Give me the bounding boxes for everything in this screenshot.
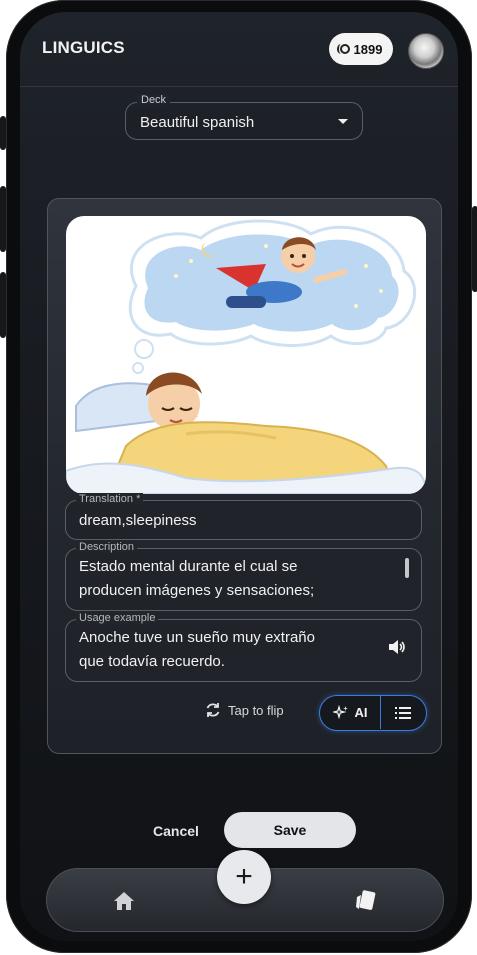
ai-toggle-group: AI xyxy=(319,695,427,731)
dream-illustration xyxy=(66,219,426,494)
coin-balance-badge[interactable]: 1899 xyxy=(329,33,393,65)
app-screen: LINGUICS 1899 Deck Beautiful spanish Tra… xyxy=(20,12,458,941)
description-scrollbar[interactable] xyxy=(405,558,409,578)
phone-frame: LINGUICS 1899 Deck Beautiful spanish Tra… xyxy=(0,0,477,953)
volume-down-button xyxy=(0,272,6,338)
ai-label: AI xyxy=(354,705,368,720)
translation-value: dream,sleepiness xyxy=(79,512,197,529)
app-header: LINGUICS 1899 xyxy=(20,12,458,87)
flip-label: Tap to flip xyxy=(228,702,284,718)
refresh-icon xyxy=(206,703,220,717)
save-button[interactable]: Save xyxy=(224,812,356,848)
cancel-button[interactable]: Cancel xyxy=(153,823,199,839)
add-card-button[interactable]: + xyxy=(217,850,271,904)
cards-icon[interactable] xyxy=(354,889,376,913)
usage-example-label: Usage example xyxy=(76,612,159,624)
speaker-icon[interactable] xyxy=(387,637,407,657)
plus-icon: + xyxy=(235,860,253,893)
chevron-down-icon xyxy=(338,119,348,124)
deck-select[interactable]: Deck Beautiful spanish xyxy=(125,94,363,140)
coin-icon xyxy=(336,44,350,54)
app-logo: LINGUICS xyxy=(42,38,125,57)
sparkles-icon xyxy=(332,704,348,719)
mute-switch xyxy=(0,116,6,150)
description-label: Description xyxy=(76,541,138,553)
avatar[interactable] xyxy=(408,33,444,69)
description-field[interactable]: Description Estado mental durante el cua… xyxy=(65,541,422,611)
usage-example-field[interactable]: Usage example Anoche tuve un sueño muy e… xyxy=(65,612,422,682)
usage-example-value: Anoche tuve un sueño muy extraño que tod… xyxy=(79,629,315,670)
flip-card-button[interactable]: Tap to flip xyxy=(204,701,284,719)
ai-button[interactable]: AI xyxy=(320,696,381,729)
coin-count: 1899 xyxy=(353,41,383,57)
power-button xyxy=(472,206,477,292)
list-icon xyxy=(395,706,411,719)
flashcard: Translation * dream,sleepiness Descripti… xyxy=(47,198,442,754)
deck-label: Deck xyxy=(137,94,171,106)
translation-label: Translation * xyxy=(76,493,144,505)
volume-up-button xyxy=(0,186,6,252)
home-icon[interactable] xyxy=(113,891,135,911)
translation-field[interactable]: Translation * dream,sleepiness xyxy=(65,493,422,540)
list-view-button[interactable] xyxy=(381,696,425,729)
deck-value: Beautiful spanish xyxy=(140,114,255,131)
description-value: Estado mental durante el cual se produce… xyxy=(79,558,315,599)
card-illustration xyxy=(66,216,426,494)
